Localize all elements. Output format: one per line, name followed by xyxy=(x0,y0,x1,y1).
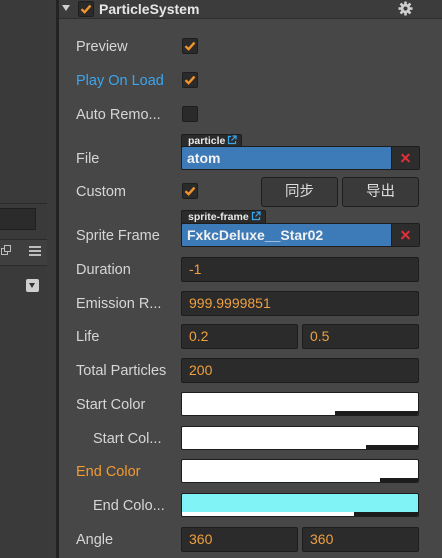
alpha-bar xyxy=(182,411,418,415)
left-panel xyxy=(0,0,47,558)
start-color-var-label: Start Col... xyxy=(93,431,162,447)
end-color-var-label: End Colo... xyxy=(93,498,165,514)
end-color-label: End Color xyxy=(76,464,141,480)
alpha-bar xyxy=(182,512,418,516)
file-label: File xyxy=(76,151,100,167)
life-input[interactable]: 0.2 xyxy=(181,324,298,349)
alpha-fill xyxy=(182,478,381,482)
auto-remove-checkbox[interactable] xyxy=(182,106,198,122)
angle-label: Angle xyxy=(76,532,114,548)
alpha-bar xyxy=(182,478,418,482)
component-enabled-checkbox[interactable] xyxy=(78,1,94,17)
window-icon[interactable] xyxy=(1,245,12,256)
sprite-frame-type-label: sprite-frame xyxy=(188,211,249,223)
dropdown-icon[interactable] xyxy=(26,279,39,292)
play-on-load-checkbox[interactable] xyxy=(182,72,198,88)
external-link-icon[interactable] xyxy=(251,211,261,221)
sprite-frame-label: Sprite Frame xyxy=(76,228,160,244)
export-button[interactable]: 导出 xyxy=(342,177,419,207)
emission-rate-label: Emission R... xyxy=(76,296,162,312)
checkmark-icon xyxy=(184,75,196,85)
checkmark-icon xyxy=(184,186,196,196)
sprite-frame-type-tag[interactable]: sprite-frame xyxy=(181,210,266,224)
start-color-var-swatch[interactable] xyxy=(181,426,419,450)
angle-var-input[interactable]: 360 xyxy=(302,527,419,552)
file-asset-field[interactable]: atom xyxy=(181,146,420,170)
checkmark-icon xyxy=(80,4,92,14)
clear-icon[interactable] xyxy=(391,224,419,246)
checkmark-icon xyxy=(184,41,196,51)
life-label: Life xyxy=(76,329,100,345)
start-color-swatch[interactable] xyxy=(181,392,419,416)
external-link-icon[interactable] xyxy=(227,135,237,145)
life-var-input[interactable]: 0.5 xyxy=(302,324,419,349)
alpha-fill xyxy=(182,512,355,516)
end-color-var-swatch[interactable] xyxy=(181,493,419,517)
left-panel-input[interactable] xyxy=(0,208,36,230)
play-on-load-label: Play On Load xyxy=(76,73,164,89)
sprite-frame-asset-name: FxkcDeluxe__Star02 xyxy=(187,227,324,243)
gear-icon[interactable] xyxy=(398,1,413,16)
collapse-arrow-icon[interactable] xyxy=(62,5,70,11)
custom-checkbox[interactable] xyxy=(182,183,198,199)
alpha-bar xyxy=(182,445,418,449)
menu-icon[interactable] xyxy=(28,245,42,257)
duration-input[interactable]: -1 xyxy=(181,257,419,282)
auto-remove-label: Auto Remo... xyxy=(76,107,161,123)
emission-rate-input[interactable]: 999.9999851 xyxy=(181,291,419,316)
end-color-swatch[interactable] xyxy=(181,459,419,483)
left-panel-divider xyxy=(0,203,47,204)
preview-label: Preview xyxy=(76,39,128,55)
alpha-fill xyxy=(182,445,367,449)
alpha-fill xyxy=(182,411,336,415)
start-color-label: Start Color xyxy=(76,397,146,413)
total-particles-label: Total Particles xyxy=(76,363,167,379)
custom-label: Custom xyxy=(76,184,126,200)
sync-button[interactable]: 同步 xyxy=(261,177,338,207)
duration-label: Duration xyxy=(76,262,131,278)
component-title: ParticleSystem xyxy=(99,1,200,17)
preview-checkbox[interactable] xyxy=(182,38,198,54)
file-asset-name: atom xyxy=(187,150,221,166)
scrollbar[interactable] xyxy=(47,0,56,558)
clear-icon[interactable] xyxy=(391,147,419,169)
angle-input[interactable]: 360 xyxy=(181,527,298,552)
total-particles-input[interactable]: 200 xyxy=(181,358,419,383)
sprite-frame-asset-field[interactable]: FxkcDeluxe__Star02 xyxy=(181,223,420,247)
